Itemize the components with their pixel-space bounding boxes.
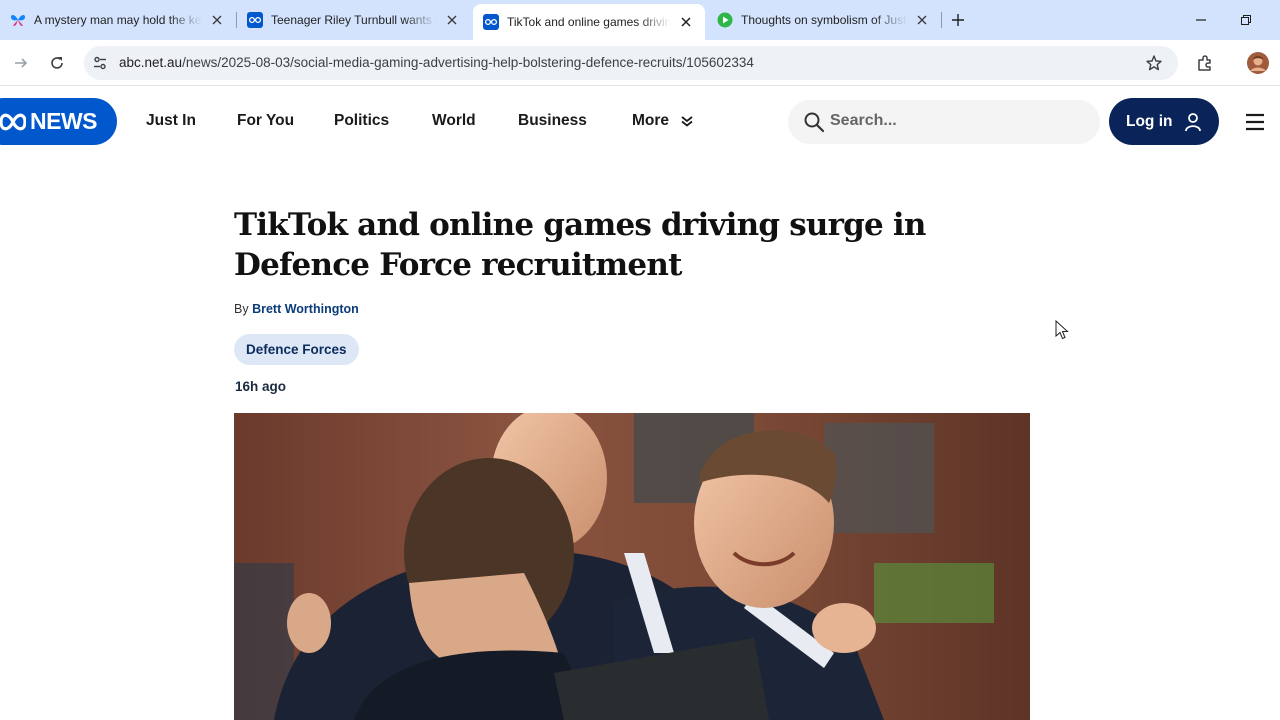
browser-tab-4[interactable]: Thoughts on symbolism of Justice xyxy=(707,6,941,34)
user-icon xyxy=(1183,112,1203,132)
mouse-cursor-icon xyxy=(1055,319,1069,340)
address-bar[interactable]: abc.net.au/news/2025-08-03/social-media-… xyxy=(84,46,1178,80)
butterfly-icon xyxy=(10,12,26,28)
close-tab-icon[interactable] xyxy=(913,11,931,29)
browser-tab-2[interactable]: Teenager Riley Turnbull wants you xyxy=(237,6,471,34)
url-path: /news/2025-08-03/social-media-gaming-adv… xyxy=(182,55,754,70)
nav-politics[interactable]: Politics xyxy=(334,112,389,130)
abc-icon xyxy=(483,14,499,30)
close-tab-icon[interactable] xyxy=(208,11,226,29)
article-byline: By Brett Worthington xyxy=(234,302,359,316)
tab-title: Teenager Riley Turnbull wants you xyxy=(271,13,437,27)
site-search-input[interactable]: Search... xyxy=(788,100,1100,144)
profile-avatar[interactable] xyxy=(1247,52,1269,74)
nav-world[interactable]: World xyxy=(432,112,476,130)
hero-image xyxy=(234,413,1030,720)
browser-tab-strip: A mystery man may hold the key Teenager … xyxy=(0,0,1280,40)
double-chevron-down-icon xyxy=(681,116,693,127)
article-timestamp: 16h ago xyxy=(235,379,287,394)
topic-chip[interactable]: Defence Forces xyxy=(234,334,359,365)
site-settings-icon[interactable] xyxy=(92,55,108,71)
nav-more-label: More xyxy=(632,112,670,129)
browser-tab-1[interactable]: A mystery man may hold the key xyxy=(0,6,236,34)
browser-toolbar: abc.net.au/news/2025-08-03/social-media-… xyxy=(0,40,1280,86)
nav-more[interactable]: More xyxy=(632,112,693,130)
site-header: NEWS Just In For You Politics World Busi… xyxy=(0,86,1280,158)
abc-lissajous-icon xyxy=(0,113,26,130)
url-text[interactable]: abc.net.au/news/2025-08-03/social-media-… xyxy=(119,55,754,70)
login-button[interactable]: Log in xyxy=(1109,98,1219,145)
url-host: abc.net.au xyxy=(119,55,183,70)
abc-news-logo[interactable]: NEWS xyxy=(0,98,117,145)
close-tab-icon[interactable] xyxy=(677,13,695,31)
author-link[interactable]: Brett Worthington xyxy=(252,302,359,316)
extensions-icon[interactable] xyxy=(1194,52,1216,74)
tab-title: TikTok and online games driving surge xyxy=(507,15,671,29)
hero-photo xyxy=(234,413,1030,720)
search-placeholder: Search... xyxy=(830,112,897,129)
nav-for-you[interactable]: For You xyxy=(237,112,294,130)
nav-business[interactable]: Business xyxy=(518,112,587,130)
close-tab-icon[interactable] xyxy=(443,11,461,29)
forward-icon[interactable] xyxy=(10,52,32,74)
new-tab-icon[interactable] xyxy=(948,10,968,30)
hamburger-menu-icon[interactable] xyxy=(1244,112,1266,132)
logo-text: NEWS xyxy=(30,108,98,134)
byline-prefix: By xyxy=(234,302,249,316)
browser-tab-3-active[interactable]: TikTok and online games driving surge xyxy=(473,4,705,40)
restore-icon[interactable] xyxy=(1236,10,1256,30)
tab-title: A mystery man may hold the key xyxy=(34,13,202,27)
search-icon xyxy=(804,112,825,133)
minimize-icon[interactable] xyxy=(1191,10,1211,30)
reload-icon[interactable] xyxy=(46,52,68,74)
login-label: Log in xyxy=(1126,112,1173,130)
nav-just-in[interactable]: Just In xyxy=(146,112,196,130)
tab-separator xyxy=(941,12,942,28)
play-icon xyxy=(717,12,733,28)
tab-title: Thoughts on symbolism of Justice xyxy=(741,13,907,27)
bookmark-star-icon[interactable] xyxy=(1145,54,1163,72)
abc-icon xyxy=(247,12,263,28)
article-headline: TikTok and online games driving surge in… xyxy=(234,207,926,283)
